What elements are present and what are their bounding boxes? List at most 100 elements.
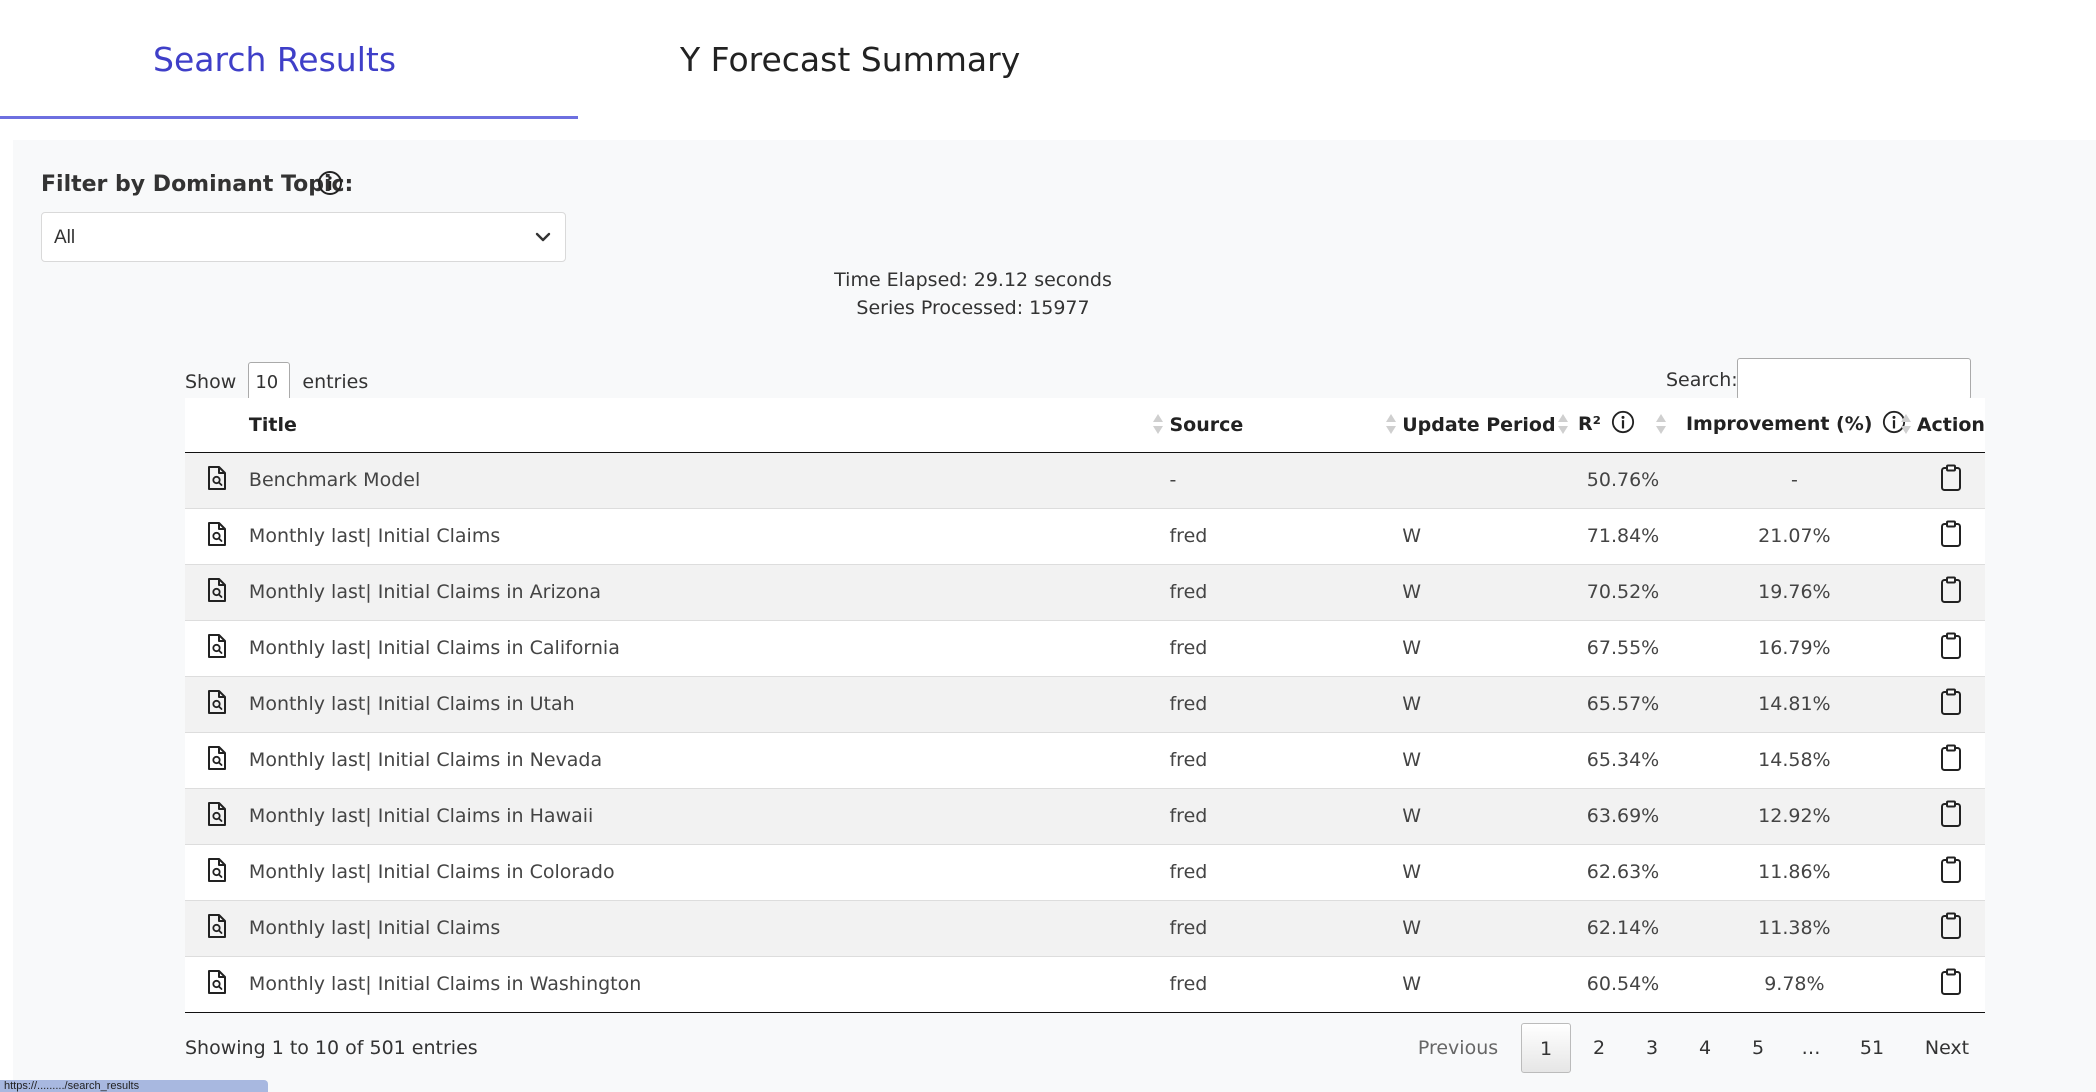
document-search-icon[interactable]: [185, 676, 249, 733]
cell-update-period: W: [1402, 564, 1575, 621]
entries-label: entries: [302, 371, 369, 393]
cell-improvement: -: [1671, 452, 1917, 509]
header-source[interactable]: Source: [1169, 398, 1403, 453]
document-search-icon[interactable]: [185, 732, 249, 789]
info-icon[interactable]: [1611, 410, 1635, 439]
results-table: Title Source Update Period R² Improvemen…: [185, 398, 1985, 1013]
cell-title: Benchmark Model: [248, 452, 1170, 509]
table-row: Monthly last| Initial Claims in Colorado…: [185, 844, 1985, 901]
header-title-label: Title: [248, 413, 297, 436]
time-elapsed: Time Elapsed: 29.12 seconds: [834, 269, 1112, 291]
sort-icon: [1900, 414, 1911, 436]
cell-update-period: W: [1402, 956, 1575, 1013]
cell-title: Monthly last| Initial Claims in Californ…: [248, 620, 1170, 677]
cell-r2: 65.57%: [1574, 676, 1672, 733]
header-improvement[interactable]: Improvement (%): [1671, 398, 1917, 453]
document-search-icon[interactable]: [185, 620, 249, 677]
header-action-label: Action: [1916, 413, 1985, 436]
clipboard-icon[interactable]: [1916, 956, 1985, 1013]
cell-title: Monthly last| Initial Claims in Hawaii: [248, 788, 1170, 845]
pagination-next[interactable]: Next: [1912, 1023, 1982, 1073]
clipboard-icon[interactable]: [1916, 564, 1985, 621]
clipboard-icon[interactable]: [1916, 452, 1985, 509]
table-row: Monthly last| Initial Claims fred W 62.14% 1…: [185, 900, 1985, 957]
cell-update-period: W: [1402, 508, 1575, 565]
search-label: Search:: [1666, 369, 1738, 391]
cell-improvement: 14.81%: [1671, 676, 1917, 733]
cell-improvement: 12.92%: [1671, 788, 1917, 845]
page-length-control: Show 10 entries: [185, 362, 368, 402]
document-search-icon[interactable]: [185, 508, 249, 565]
pagination-ellipsis: …: [1801, 1037, 1821, 1059]
pagination-page[interactable]: 5: [1733, 1023, 1783, 1073]
cell-update-period: W: [1402, 844, 1575, 901]
document-search-icon[interactable]: [185, 844, 249, 901]
cell-title: Monthly last| Initial Claims in Arizona: [248, 564, 1170, 621]
header-improvement-label: Improvement (%): [1685, 413, 1873, 436]
cell-r2: 62.14%: [1574, 900, 1672, 957]
status-bar-url: https://........./search_results: [0, 1080, 268, 1092]
table-body: Benchmark Model -50.76% - Monthly last| Ini…: [185, 452, 1985, 1013]
header-r2[interactable]: R²: [1574, 398, 1672, 453]
clipboard-icon[interactable]: [1916, 732, 1985, 789]
table-row: Monthly last| Initial Claims in Nevada fr…: [185, 732, 1985, 789]
table-row: Monthly last| Initial Claims in Utah fred…: [185, 676, 1985, 733]
pagination-page[interactable]: 2: [1574, 1023, 1624, 1073]
cell-source: fred: [1169, 732, 1403, 789]
clipboard-icon[interactable]: [1916, 844, 1985, 901]
document-search-icon[interactable]: [185, 956, 249, 1013]
pagination-page[interactable]: 3: [1627, 1023, 1677, 1073]
table-row: Monthly last| Initial Claims in Californ…: [185, 620, 1985, 677]
document-search-icon[interactable]: [185, 900, 249, 957]
pagination-page[interactable]: 1: [1521, 1023, 1571, 1073]
table-row: Monthly last| Initial Claims fred W 71.84% 2…: [185, 508, 1985, 565]
header-title[interactable]: Title: [248, 398, 1170, 453]
cell-source: fred: [1169, 788, 1403, 845]
cell-r2: 70.52%: [1574, 564, 1672, 621]
cell-source: fred: [1169, 676, 1403, 733]
header-update-period[interactable]: Update Period: [1402, 398, 1575, 453]
tab-y-forecast-summary[interactable]: Y Forecast Summary: [680, 40, 1020, 79]
cell-source: fred: [1169, 564, 1403, 621]
clipboard-icon[interactable]: [1916, 788, 1985, 845]
series-processed: Series Processed: 15977: [856, 297, 1090, 319]
cell-r2: 71.84%: [1574, 508, 1672, 565]
show-label: Show: [185, 371, 237, 393]
sort-icon: [1153, 414, 1164, 436]
document-search-icon[interactable]: [185, 788, 249, 845]
sort-icon: [1655, 414, 1666, 436]
header-update-period-label: Update Period: [1402, 413, 1556, 436]
cell-improvement: 11.86%: [1671, 844, 1917, 901]
clipboard-icon[interactable]: [1916, 676, 1985, 733]
cell-title: Monthly last| Initial Claims in Utah: [248, 676, 1170, 733]
cell-r2: 67.55%: [1574, 620, 1672, 677]
document-search-icon[interactable]: [185, 452, 249, 509]
cell-source: fred: [1169, 844, 1403, 901]
pagination-page[interactable]: 4: [1680, 1023, 1730, 1073]
tab-bar: Search Results Y Forecast Summary: [0, 0, 2096, 140]
cell-improvement: 19.76%: [1671, 564, 1917, 621]
cell-source: fred: [1169, 900, 1403, 957]
table-info: Showing 1 to 10 of 501 entries: [185, 1037, 478, 1059]
cell-improvement: 14.58%: [1671, 732, 1917, 789]
cell-source: -: [1169, 452, 1403, 509]
cell-update-period: W: [1402, 900, 1575, 957]
clipboard-icon[interactable]: [1916, 508, 1985, 565]
cell-update-period: [1402, 452, 1575, 509]
clipboard-icon[interactable]: [1916, 620, 1985, 677]
cell-r2: 62.63%: [1574, 844, 1672, 901]
header-source-label: Source: [1169, 413, 1244, 436]
document-search-icon[interactable]: [185, 564, 249, 621]
pagination-previous[interactable]: Previous: [1408, 1023, 1508, 1073]
cell-title: Monthly last| Initial Claims in Nevada: [248, 732, 1170, 789]
search-input[interactable]: [1737, 358, 1971, 400]
tab-search-results[interactable]: Search Results: [153, 40, 396, 79]
clipboard-icon[interactable]: [1916, 900, 1985, 957]
dominant-topic-select[interactable]: All: [41, 212, 566, 262]
header-action: Action: [1916, 398, 1985, 453]
page-length-select[interactable]: 10: [248, 362, 291, 402]
info-icon[interactable]: [317, 170, 343, 201]
header-r2-label: R²: [1578, 413, 1601, 436]
pagination-page[interactable]: 51: [1844, 1023, 1900, 1073]
cell-update-period: W: [1402, 620, 1575, 677]
